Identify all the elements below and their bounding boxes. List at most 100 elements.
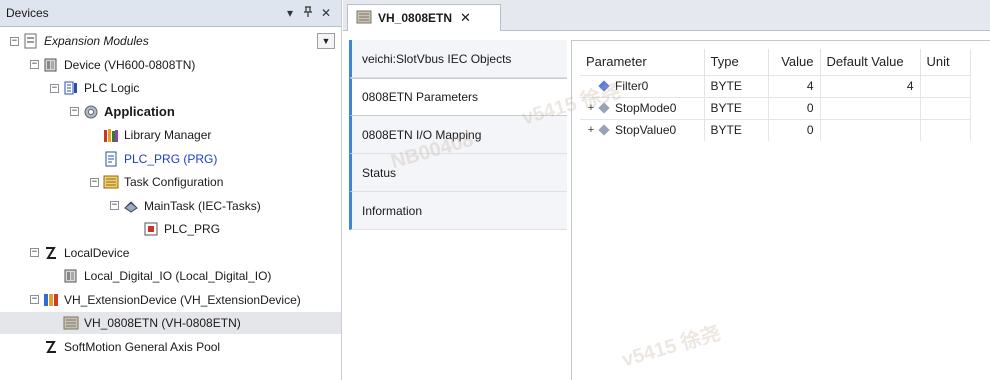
tree-item-library-manager[interactable]: Library Manager (90, 124, 211, 146)
tree-item-plc-prg[interactable]: PLC_PRG (130, 218, 220, 240)
tree-item-label: VH_0808ETN (VH-0808ETN) (84, 316, 241, 330)
table-row[interactable]: + StopMode0 BYTE 0 (580, 96, 971, 119)
tree-item-vh-extensiondevice-vh-extensiondevice[interactable]: − VH_ExtensionDevice (VH_ExtensionDevice) (30, 289, 301, 311)
parameters-table: Parameter Type Value Default Value Unit … (580, 49, 971, 141)
editor-area: VH_0808ETN ✕ veichi:SlotVbus IEC Objects… (343, 0, 990, 380)
tree-item-vh-0808etn-vh-0808etn[interactable]: VH_0808ETN (VH-0808ETN) (0, 312, 341, 334)
column-header-default-value[interactable]: Default Value (820, 49, 921, 75)
parameter-name: StopMode0 (615, 101, 677, 115)
side-tab-information[interactable]: Information (349, 192, 567, 230)
library-manager-icon (103, 127, 119, 143)
tree-item-label: Local_Digital_IO (Local_Digital_IO) (84, 269, 272, 283)
close-tab-icon[interactable]: ✕ (460, 10, 471, 26)
module-icon (63, 315, 79, 331)
column-header-value[interactable]: Value (768, 49, 821, 75)
tree-item-plc-prg-prg[interactable]: PLC_PRG (PRG) (90, 148, 217, 170)
tree-item-label: Application (104, 104, 175, 119)
unit-cell (920, 96, 971, 119)
side-tab-0808etn-parameters[interactable]: 0808ETN Parameters (349, 78, 567, 116)
type-cell: BYTE (704, 118, 769, 141)
default-value-cell: 4 (820, 74, 921, 97)
collapse-icon[interactable]: − (70, 107, 79, 116)
side-tab-label: 0808ETN I/O Mapping (362, 127, 482, 142)
parameter-name: StopValue0 (615, 123, 677, 138)
local-device-icon (43, 245, 59, 261)
collapse-icon[interactable]: − (50, 83, 59, 93)
collapse-icon[interactable]: − (90, 177, 99, 187)
collapse-icon[interactable]: − (30, 60, 39, 69)
plc-logic-icon (63, 80, 79, 96)
column-header-parameter[interactable]: Parameter (580, 49, 705, 75)
application-gear-icon (83, 104, 99, 120)
document-tabstrip: VH_0808ETN ✕ (343, 0, 990, 31)
collapse-icon[interactable]: − (30, 248, 39, 257)
table-row[interactable]: + StopValue0 BYTE 0 (580, 118, 971, 141)
type-cell: BYTE (704, 96, 769, 119)
collapse-icon[interactable]: − (10, 36, 19, 46)
program-icon (103, 151, 119, 167)
collapse-icon[interactable]: − (30, 295, 39, 304)
tree-item-label: Task Configuration (124, 175, 224, 189)
parameter-cell: Filter0 (580, 74, 705, 97)
tree-item-localdevice[interactable]: − LocalDevice (30, 242, 129, 264)
devices-panel: Devices ▾ ✕ ▼ − Expansion Modules − Device … (0, 0, 342, 380)
side-tab-status[interactable]: Status (349, 154, 567, 192)
tree-item-expansion-modules[interactable]: − Expansion Modules (10, 30, 149, 52)
devices-panel-header: Devices ▾ ✕ (0, 0, 341, 27)
extension-device-icon (43, 292, 59, 308)
side-tab-label: Information (362, 203, 423, 218)
tree-item-softmotion-general-axis-pool[interactable]: SoftMotion General Axis Pool (30, 336, 220, 358)
parameter-diamond-icon (598, 102, 610, 114)
table-row[interactable]: Filter0 BYTE 4 4 (580, 74, 971, 97)
parameter-diamond-icon (598, 124, 610, 136)
axis-pool-icon (43, 339, 59, 355)
module-icon (356, 10, 372, 27)
project-icon (23, 33, 39, 49)
tree-item-label: Library Manager (124, 128, 212, 142)
side-tab-label: veichi:SlotVbus IEC Objects (362, 51, 512, 66)
tree-item-device-vh600-0808tn[interactable]: − Device (VH600-0808TN) (30, 54, 195, 76)
pin-icon[interactable] (299, 5, 317, 21)
document-tab-vh-0808etn[interactable]: VH_0808ETN ✕ (347, 4, 501, 31)
close-panel-icon[interactable]: ✕ (317, 6, 335, 20)
tree-item-label: Expansion Modules (44, 34, 149, 48)
digital-io-icon (63, 268, 79, 284)
tree-item-maintask-iec-tasks[interactable]: − MainTask (IEC-Tasks) (110, 195, 261, 217)
default-value-cell (820, 118, 921, 141)
column-header-type[interactable]: Type (704, 49, 769, 75)
unit-cell (920, 74, 971, 97)
tree-item-label: LocalDevice (64, 245, 130, 260)
tree-item-local-digital-io-local-digital-io[interactable]: Local_Digital_IO (Local_Digital_IO) (50, 265, 271, 287)
expand-icon[interactable]: + (586, 124, 596, 136)
main-task-icon (123, 198, 139, 214)
panel-menu-icon[interactable]: ▾ (281, 6, 299, 20)
column-header-unit[interactable]: Unit (920, 49, 971, 75)
document-tab-label: VH_0808ETN (378, 11, 453, 25)
unit-cell (920, 118, 971, 141)
side-tab-label: Status (362, 165, 397, 180)
devices-panel-title: Devices (6, 6, 49, 20)
side-tab-veichi-slotvbus-iec-objects[interactable]: veichi:SlotVbus IEC Objects (349, 40, 567, 78)
task-configuration-icon (103, 174, 119, 190)
editor-side-tabs: veichi:SlotVbus IEC Objects 0808ETN Param… (349, 40, 567, 380)
tree-item-application[interactable]: − Application (70, 101, 175, 123)
tree-item-label: MainTask (IEC-Tasks) (144, 198, 261, 213)
tree-item-plc-logic[interactable]: − PLC Logic (50, 77, 139, 99)
expand-icon[interactable]: + (586, 102, 596, 114)
tree-item-task-configuration[interactable]: − Task Configuration (90, 171, 223, 193)
program-call-icon (143, 221, 159, 237)
value-cell[interactable]: 0 (768, 118, 821, 141)
value-cell[interactable]: 4 (768, 74, 821, 97)
value-cell[interactable]: 0 (768, 96, 821, 119)
parameter-cell: + StopValue0 (580, 118, 705, 141)
side-tab-0808etn-i-o-mapping[interactable]: 0808ETN I/O Mapping (349, 116, 567, 154)
side-tab-label: 0808ETN Parameters (362, 90, 479, 104)
type-cell: BYTE (704, 74, 769, 97)
collapse-icon[interactable]: − (110, 201, 119, 210)
tree-item-label: PLC Logic (84, 81, 140, 95)
tree-item-label: SoftMotion General Axis Pool (64, 339, 221, 354)
